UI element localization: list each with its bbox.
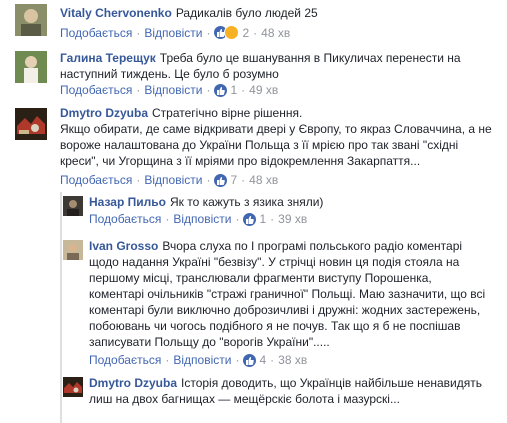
comment-actions: Подобається · Відповісти · 4 · 38 хв bbox=[89, 353, 308, 367]
replies-thread-line bbox=[60, 192, 62, 423]
like-reaction-icon[interactable] bbox=[214, 83, 228, 97]
avatar[interactable] bbox=[63, 196, 83, 216]
like-reaction-icon[interactable] bbox=[243, 212, 257, 226]
comment-body: Радикалів було людей 25 bbox=[175, 6, 318, 20]
comment-text: Галина Терещук Треба було це вшанування в… bbox=[60, 50, 490, 82]
comment-actions: Подобається · Відповісти · 1 · 49 хв bbox=[60, 83, 279, 97]
reaction-count[interactable]: 2 bbox=[242, 26, 249, 40]
comment-author[interactable]: Vitaly Chervonenko bbox=[60, 6, 172, 20]
reaction-count[interactable]: 7 bbox=[230, 173, 237, 187]
comment-actions: Подобається · Відповісти · 7 · 48 хв bbox=[60, 173, 279, 187]
avatar[interactable] bbox=[63, 240, 83, 260]
avatar[interactable] bbox=[63, 377, 83, 397]
reply-button[interactable]: Відповісти bbox=[173, 353, 231, 367]
avatar[interactable] bbox=[15, 108, 47, 140]
reaction-count[interactable]: 4 bbox=[259, 353, 266, 367]
comment-actions: Подобається · Відповісти · 1 · 39 хв bbox=[89, 212, 308, 226]
like-button[interactable]: Подобається bbox=[60, 83, 132, 97]
comment-body: Стратегічно вірне рішення. bbox=[152, 106, 303, 120]
timestamp[interactable]: 49 хв bbox=[249, 83, 278, 97]
comment-text: Ivan Grosso Вчора слуха по I програмі пол… bbox=[89, 238, 489, 350]
comment-body-continued: Якщо обирати, де саме відкривати двері у… bbox=[60, 122, 492, 168]
haha-reaction-icon[interactable] bbox=[224, 25, 240, 40]
like-reaction-icon[interactable] bbox=[243, 353, 257, 367]
like-reaction-icon[interactable] bbox=[214, 173, 228, 187]
avatar[interactable] bbox=[15, 4, 47, 36]
timestamp[interactable]: 39 хв bbox=[278, 212, 307, 226]
comment-author[interactable]: Галина Терещук bbox=[60, 51, 156, 65]
reply-button[interactable]: Відповісти bbox=[144, 26, 202, 40]
comment-actions: Подобається · Відповісти · 2 · 48 хв bbox=[60, 25, 291, 40]
comment-text: Dmytro Dzyuba Стратегічно вірне рішення. … bbox=[60, 105, 492, 169]
reply-button[interactable]: Відповісти bbox=[144, 83, 202, 97]
reply-button[interactable]: Відповісти bbox=[173, 212, 231, 226]
like-button[interactable]: Подобається bbox=[89, 212, 161, 226]
comment-body: Вчора слуха по I програмі польського рад… bbox=[89, 239, 486, 349]
reaction-count[interactable]: 1 bbox=[259, 212, 266, 226]
comment-author[interactable]: Dmytro Dzyuba bbox=[89, 376, 177, 390]
comment-author[interactable]: Ivan Grosso bbox=[89, 239, 158, 253]
timestamp[interactable]: 48 хв bbox=[249, 173, 278, 187]
comment-text: Назар Пильо Як то кажуть з язика зняли) bbox=[89, 194, 489, 210]
timestamp[interactable]: 48 хв bbox=[261, 26, 290, 40]
comment-author[interactable]: Dmytro Dzyuba bbox=[60, 106, 148, 120]
reaction-count[interactable]: 1 bbox=[230, 83, 237, 97]
comment-author[interactable]: Назар Пильо bbox=[89, 195, 166, 209]
like-button[interactable]: Подобається bbox=[60, 173, 132, 187]
comment-text: Vitaly Chervonenko Радикалів було людей 2… bbox=[60, 5, 490, 21]
comment-body: Як то кажуть з язика зняли) bbox=[169, 195, 324, 209]
like-button[interactable]: Подобається bbox=[60, 26, 132, 40]
timestamp[interactable]: 38 хв bbox=[278, 353, 307, 367]
like-button[interactable]: Подобається bbox=[89, 353, 161, 367]
comment-text: Dmytro Dzyuba Історія доводить, що Україн… bbox=[89, 375, 489, 407]
reply-button[interactable]: Відповісти bbox=[144, 173, 202, 187]
avatar[interactable] bbox=[15, 51, 47, 83]
